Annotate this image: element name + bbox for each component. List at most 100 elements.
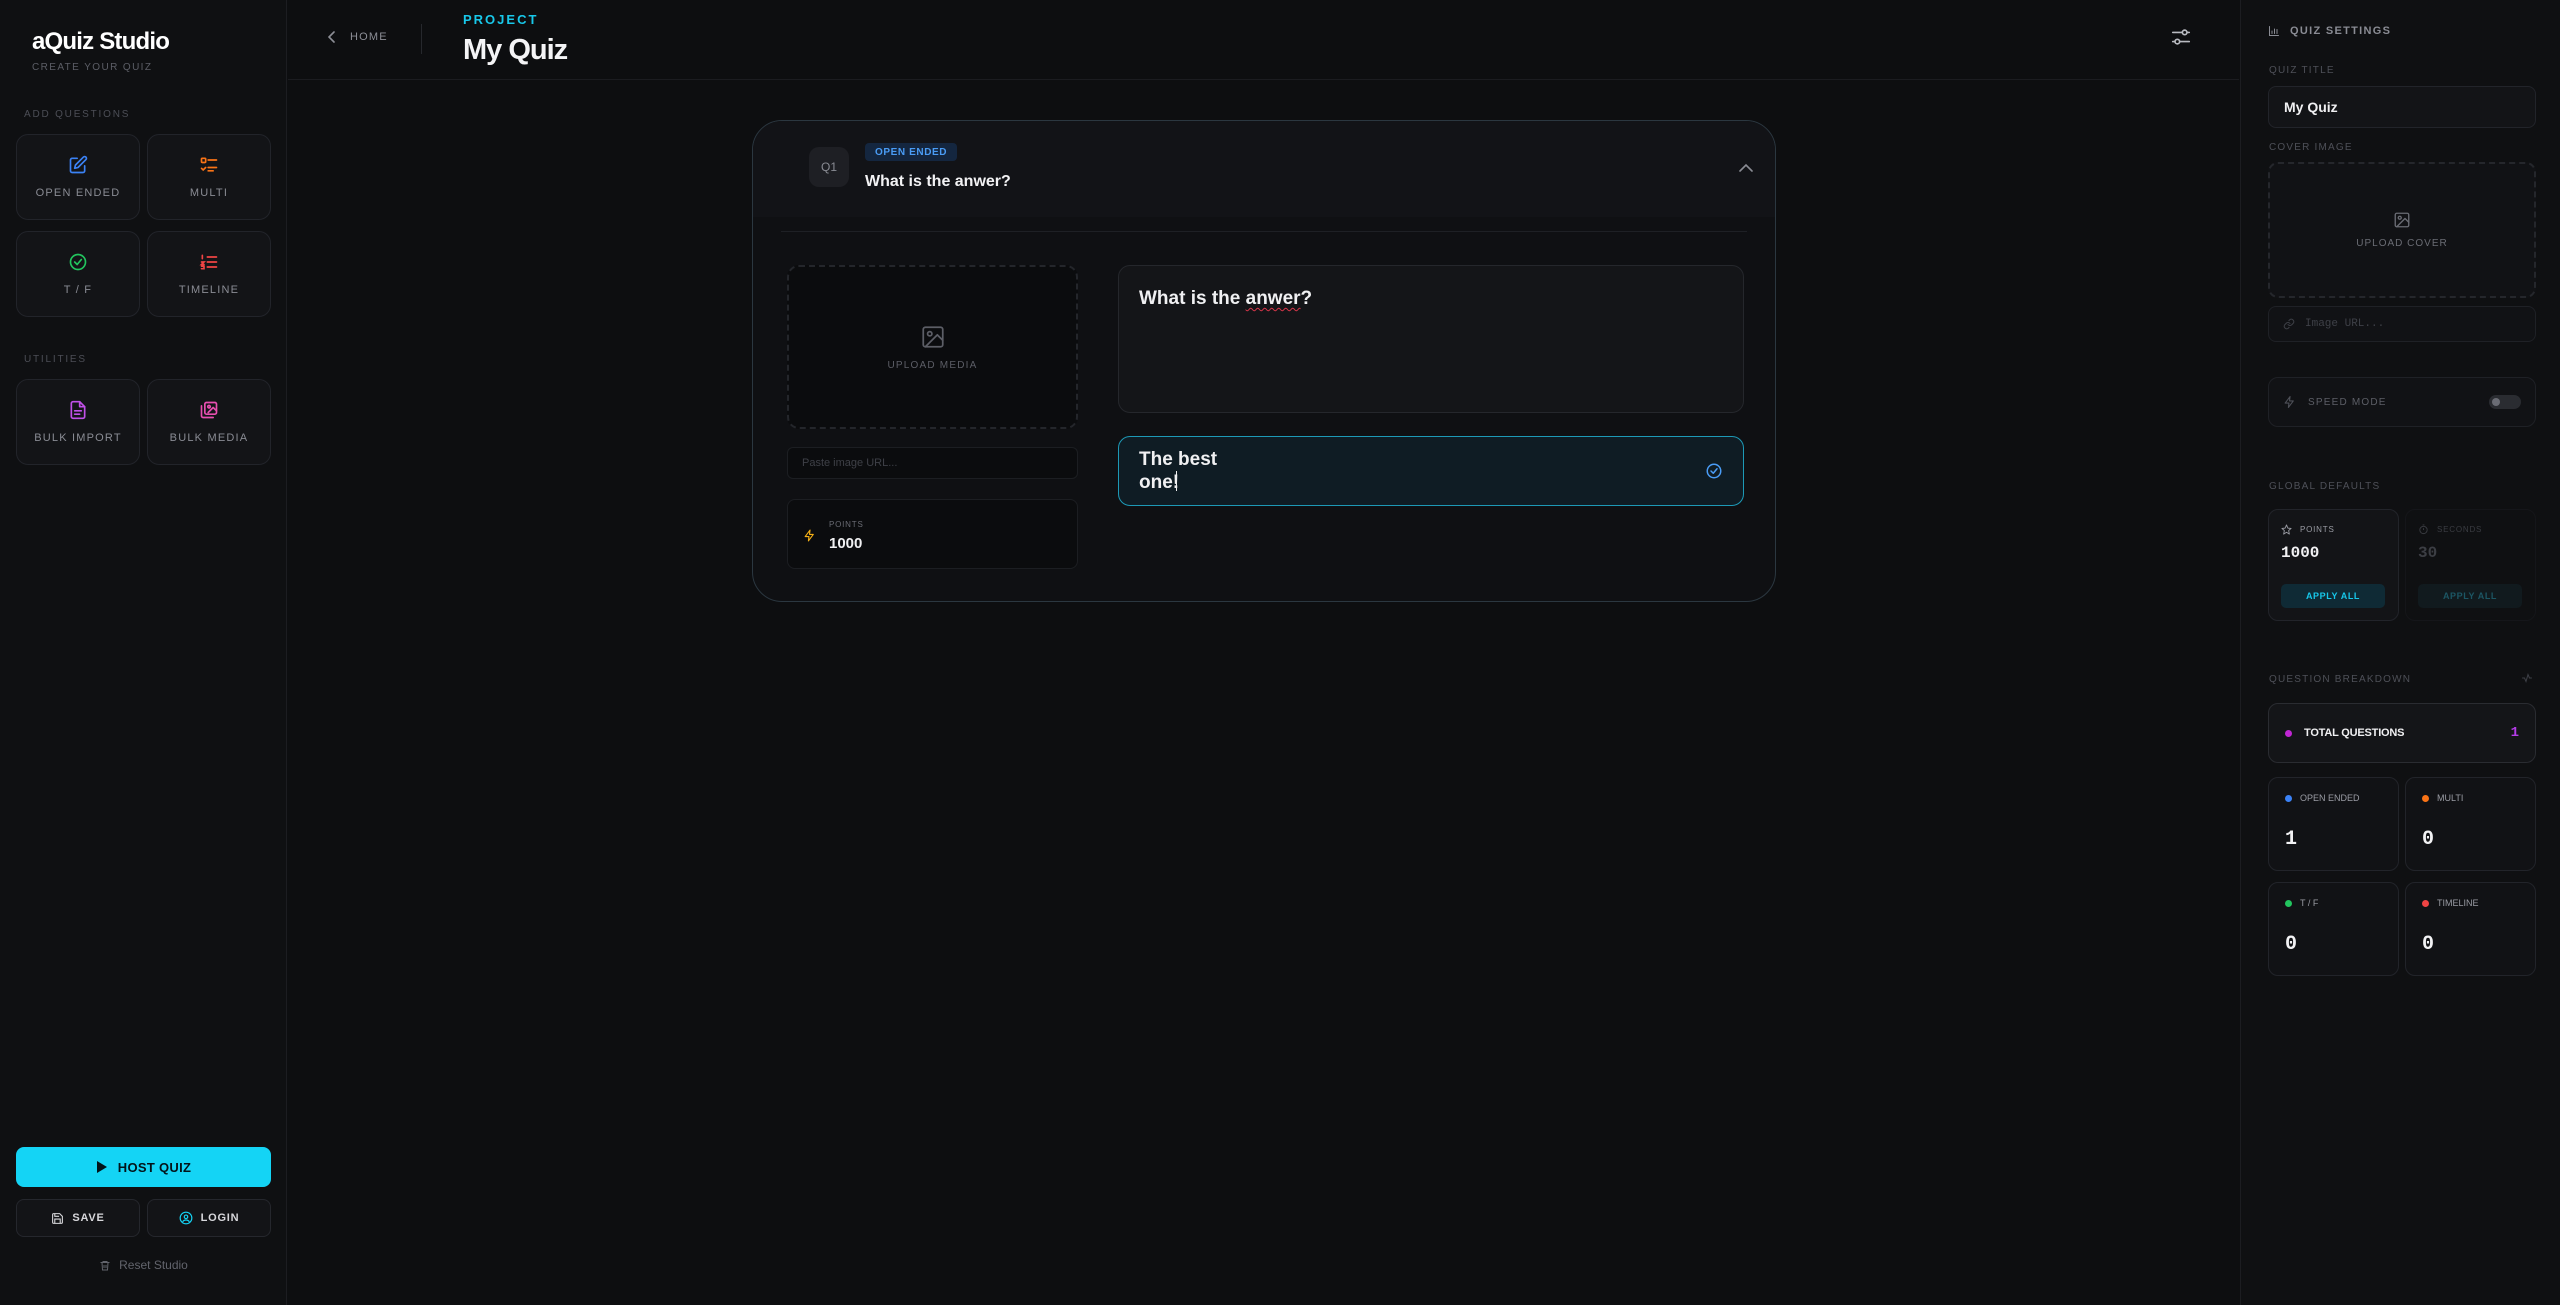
status-dot [2285,899,2292,907]
upload-cover-dropzone[interactable]: UPLOAD COVER [2268,162,2536,298]
check-circle-icon [1705,462,1723,480]
host-quiz-label: HOST QUIZ [117,1159,192,1175]
points-field[interactable]: POINTS 1000 [787,499,1078,569]
save-icon [51,1212,64,1225]
brand-logo: aQuiz Studio [32,28,170,55]
tf-count: 0 [2285,933,2298,956]
question-type-badge: OPEN ENDED [865,143,958,161]
login-button[interactable]: LOGIN [147,1199,271,1237]
question-card-header[interactable]: Q1 OPEN ENDED What is the anwer? [753,121,1775,217]
stat-label: TIMELINE [2437,898,2479,908]
tf-count-card: T / F 0 [2268,882,2399,976]
add-multi-button[interactable]: MULTI [147,134,271,220]
add-timeline-button[interactable]: TIMELINE [147,231,271,317]
login-label: LOGIN [200,1212,240,1224]
project-title: My Quiz [463,34,568,66]
tile-label: BULK MEDIA [169,432,249,444]
cover-image-label: COVER IMAGE [2269,142,2353,153]
apply-all-seconds-button[interactable]: APPLY ALL [2418,584,2522,608]
stat-header: TIMELINE [2422,898,2479,908]
apply-all-points-button[interactable]: APPLY ALL [2281,584,2385,608]
chevron-left-icon [328,31,336,43]
top-header: HOME PROJECT My Quiz [288,0,2239,80]
images-icon [199,400,219,420]
upload-cover-label: UPLOAD COVER [2356,238,2448,249]
cover-url-input[interactable]: Image URL... [2268,306,2536,342]
status-dot [2422,899,2429,907]
question-breakdown-label: QUESTION BREAKDOWN [2269,674,2412,685]
quiz-settings-title-text: QUIZ SETTINGS [2290,25,2392,37]
question-card: Q1 OPEN ENDED What is the anwer? UPLOAD … [752,120,1776,602]
back-home-label: HOME [350,31,388,43]
tile-label: BULK IMPORT [34,432,122,444]
status-dot [2422,794,2429,802]
misspelled-word: anwer [1245,288,1301,309]
lightning-icon [803,528,816,543]
stat-header: MULTI [2422,793,2463,803]
quiz-title-label: QUIZ TITLE [2269,65,2335,76]
upload-media-dropzone[interactable]: UPLOAD MEDIA [787,265,1078,429]
collapse-button[interactable] [1739,163,1753,172]
edit-icon [68,155,88,175]
status-dot [2285,729,2292,737]
trash-icon [99,1259,111,1272]
save-button[interactable]: SAVE [16,1199,140,1237]
save-label: SAVE [72,1212,105,1224]
stat-header: T / F [2285,898,2318,908]
tile-label: OPEN ENDED [35,187,121,199]
ordered-list-icon [199,252,219,272]
stat-label: T / F [2300,898,2319,908]
timeline-count: 0 [2422,933,2435,956]
default-points-card: POINTS 1000 APPLY ALL [2268,509,2399,621]
lightning-icon [2283,395,2296,409]
quiz-settings-panel: QUIZ SETTINGS QUIZ TITLE My Quiz COVER I… [2240,0,2560,1305]
add-open-ended-button[interactable]: OPEN ENDED [16,134,140,220]
quiz-title-value: My Quiz [2284,99,2338,115]
stat-label: MULTI [2437,793,2464,803]
cover-url-placeholder: Image URL... [2305,318,2385,330]
timer-icon [2418,524,2429,535]
image-url-input[interactable] [787,447,1078,479]
utilities-label: UTILITIES [24,354,87,365]
default-seconds-header: SECONDS [2418,524,2482,535]
upload-media-label: UPLOAD MEDIA [887,359,978,371]
activity-icon [2521,672,2533,684]
total-questions-value: 1 [2510,725,2519,741]
answer-input[interactable]: The best one! [1118,436,1744,506]
stat-header: OPEN ENDED [2285,793,2360,803]
bulk-import-button[interactable]: BULK IMPORT [16,379,140,465]
bulk-media-button[interactable]: BULK MEDIA [147,379,271,465]
question-title: What is the anwer? [865,173,1011,190]
question-number: Q1 [809,147,849,187]
check-circle-icon [68,252,88,272]
tile-label: MULTI [189,187,229,199]
default-seconds-value[interactable]: 30 [2418,544,2437,562]
chevron-up-icon [1739,163,1753,172]
question-text-input[interactable]: What is the anwer? [1118,265,1744,413]
add-tf-button[interactable]: T / F [16,231,140,317]
question-text: What is the anwer? [1139,288,1313,309]
global-defaults-label: GLOBAL DEFAULTS [2269,481,2381,492]
settings-toggle-button[interactable] [2170,26,2192,48]
quiz-title-input[interactable]: My Quiz [2268,86,2536,128]
header-divider [421,24,422,54]
reset-studio-button[interactable]: Reset Studio [0,1258,287,1272]
speed-mode-row: SPEED MODE [2268,377,2536,427]
image-icon [2393,211,2411,229]
back-home-link[interactable]: HOME [328,31,388,43]
tile-label: TIMELINE [178,284,240,296]
list-icon [199,155,219,175]
quiz-settings-title: QUIZ SETTINGS [2268,25,2391,37]
default-points-value[interactable]: 1000 [2281,544,2319,562]
open-ended-count: 1 [2285,828,2298,851]
link-icon [2283,318,2295,330]
points-label: POINTS [829,520,864,529]
document-icon [68,400,88,420]
user-circle-icon [179,1211,193,1225]
host-quiz-button[interactable]: HOST QUIZ [16,1147,271,1187]
status-dot [2285,794,2292,802]
default-points-header: POINTS [2281,524,2335,535]
speed-mode-toggle[interactable] [2489,395,2521,409]
sliders-icon [2170,26,2192,48]
multi-count: 0 [2422,828,2435,851]
